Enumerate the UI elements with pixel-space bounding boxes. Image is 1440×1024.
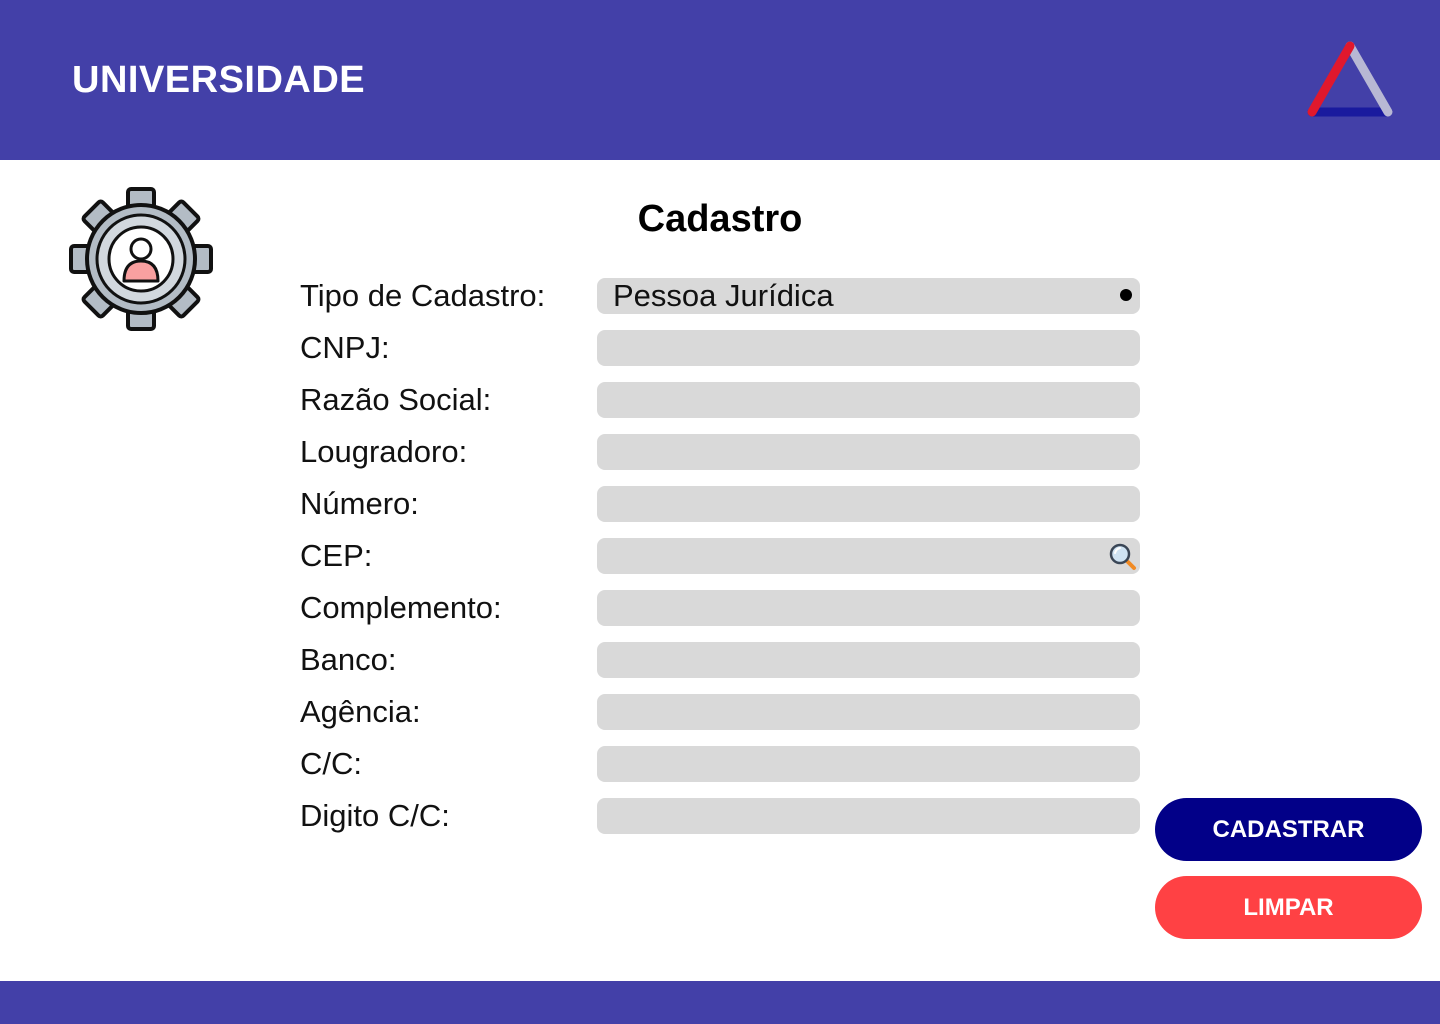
brand-title: UNIVERSIDADE — [72, 59, 366, 101]
input-cep[interactable] — [597, 538, 1140, 574]
label-tipo-cadastro: Tipo de Cadastro: — [300, 278, 546, 313]
triangle-logo-icon — [1307, 41, 1393, 117]
label-numero: Número: — [300, 486, 419, 521]
form-row-cnpj: CNPJ: — [300, 330, 1140, 366]
footer-bar — [0, 981, 1440, 1024]
select-tipo-cadastro-value: Pessoa Jurídica — [613, 278, 834, 313]
form-row-digito-conta: Digito C/C: — [300, 798, 1140, 834]
search-icon[interactable] — [1108, 542, 1138, 572]
limpar-button[interactable]: LIMPAR — [1155, 876, 1422, 939]
input-numero[interactable] — [597, 486, 1140, 522]
select-tipo-cadastro[interactable]: Pessoa Jurídica — [597, 278, 1140, 314]
input-complemento[interactable] — [597, 590, 1140, 626]
label-razao-social: Razão Social: — [300, 382, 492, 417]
label-lougradoro: Lougradoro: — [300, 434, 468, 469]
input-razao-social[interactable] — [597, 382, 1140, 418]
dropdown-indicator-icon — [1120, 289, 1132, 301]
form-row-lougradoro: Lougradoro: — [300, 434, 1140, 470]
form-row-banco: Banco: — [300, 642, 1140, 678]
label-conta-corrente: C/C: — [300, 746, 362, 781]
input-digito-conta[interactable] — [597, 798, 1140, 834]
form-row-agencia: Agência: — [300, 694, 1140, 730]
form-row-numero: Número: — [300, 486, 1140, 522]
label-cnpj: CNPJ: — [300, 330, 390, 365]
label-banco: Banco: — [300, 642, 397, 677]
form-row-razao-social: Razão Social: — [300, 382, 1140, 418]
form-row-cep: CEP: — [300, 538, 1140, 574]
input-banco[interactable] — [597, 642, 1140, 678]
input-cnpj[interactable] — [597, 330, 1140, 366]
input-agencia[interactable] — [597, 694, 1140, 730]
label-cep: CEP: — [300, 538, 373, 573]
form-row-conta-corrente: C/C: — [300, 746, 1140, 782]
cadastrar-button[interactable]: CADASTRAR — [1155, 798, 1422, 861]
form-row-complemento: Complemento: — [300, 590, 1140, 626]
label-agencia: Agência: — [300, 694, 421, 729]
label-digito-conta: Digito C/C: — [300, 798, 450, 833]
input-lougradoro[interactable] — [597, 434, 1140, 470]
form-row-tipo-cadastro: Tipo de Cadastro: Pessoa Jurídica — [300, 278, 1140, 314]
header-bar: UNIVERSIDADE — [0, 0, 1440, 160]
label-complemento: Complemento: — [300, 590, 502, 625]
page-title: Cadastro — [637, 198, 803, 240]
user-gear-icon — [69, 187, 213, 331]
input-conta-corrente[interactable] — [597, 746, 1140, 782]
